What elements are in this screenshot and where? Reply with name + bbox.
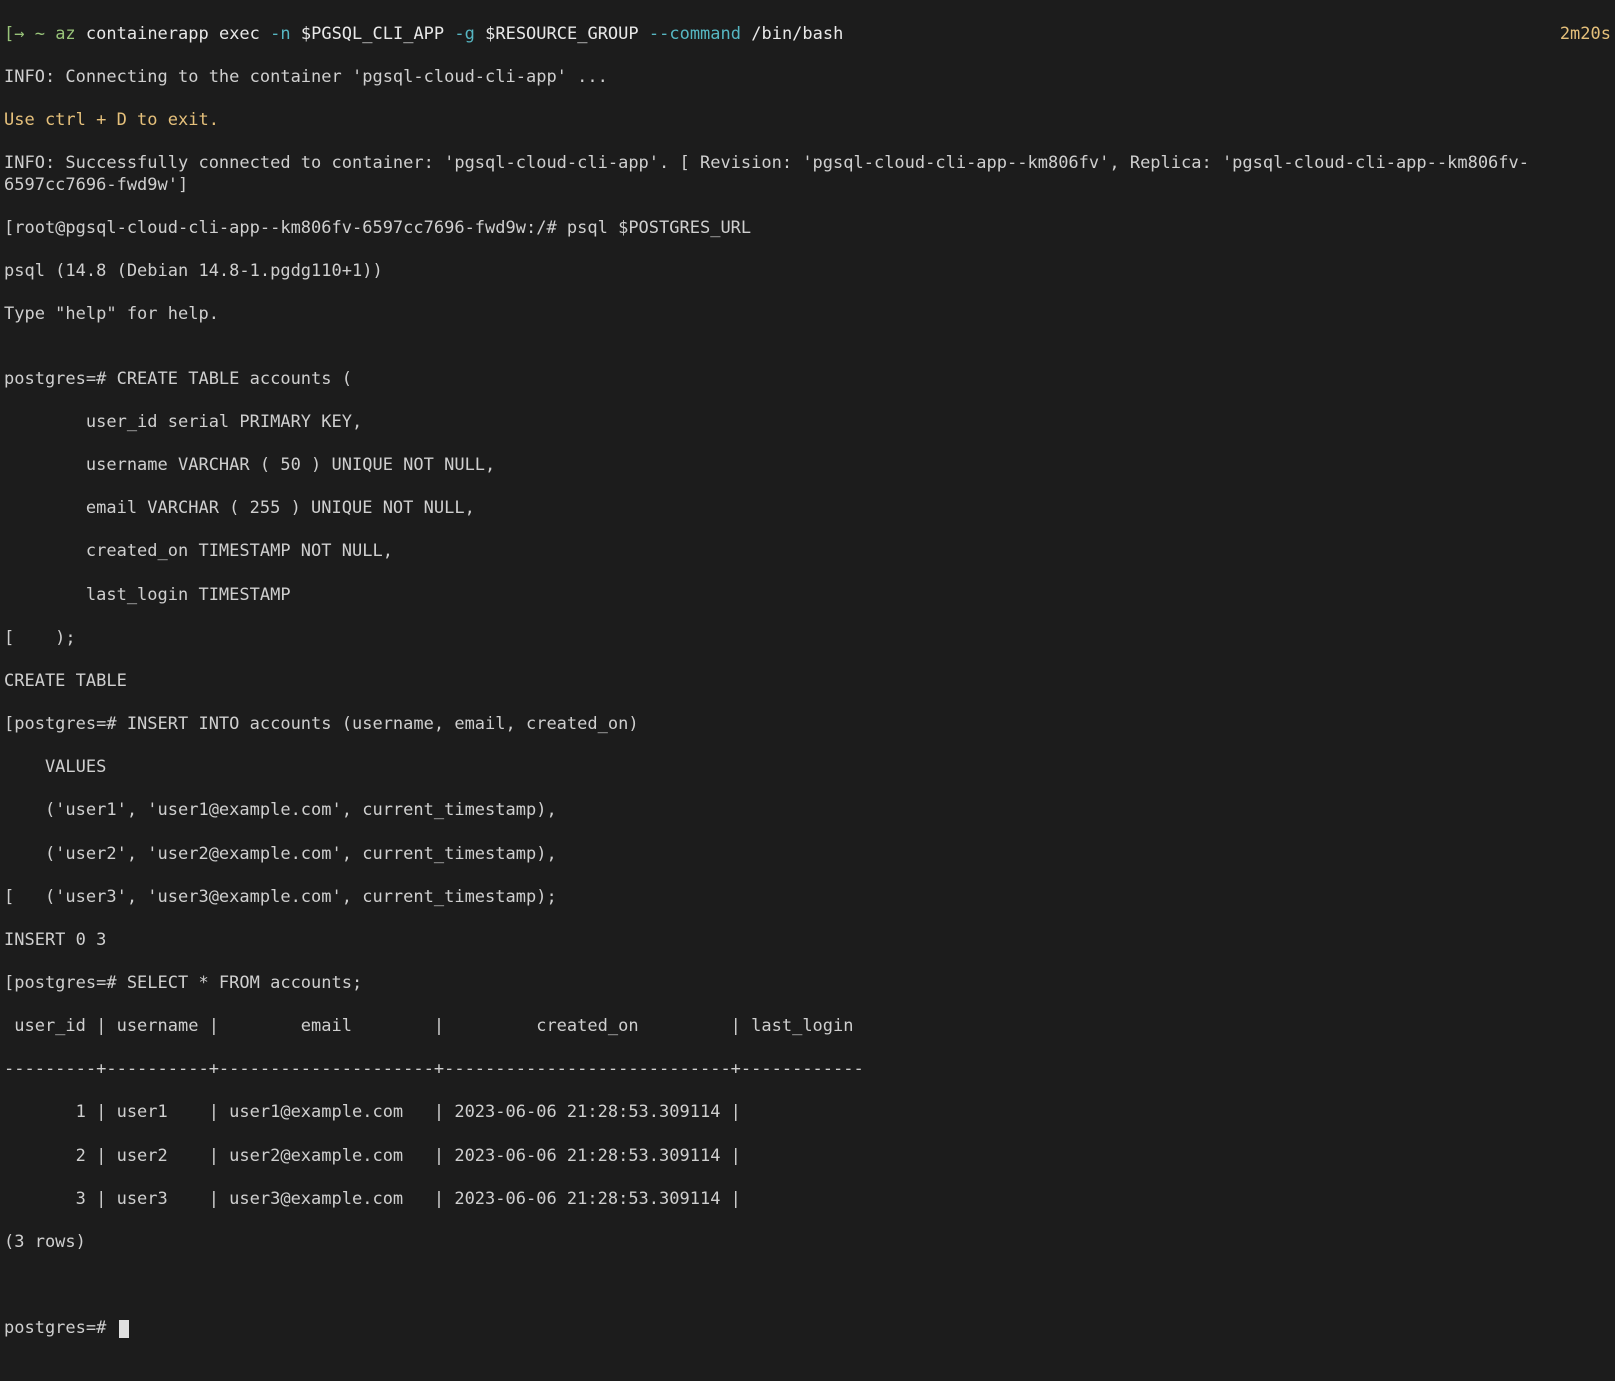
blank-line [4, 1275, 1611, 1297]
val-g: $RESOURCE_GROUP [475, 24, 649, 44]
create-table-line: created_on TIMESTAMP NOT NULL, [4, 541, 1611, 563]
insert-line: ('user2', 'user2@example.com', current_t… [4, 844, 1611, 866]
shell-prompt-line: [root@pgsql-cloud-cli-app--km806fv-6597c… [4, 218, 1611, 240]
cmd-name: az [55, 24, 75, 44]
select-line: [postgres=# SELECT * FROM accounts; [4, 973, 1611, 995]
exit-hint: Use ctrl + D to exit. [4, 110, 1611, 132]
top-command-line: [→ ~ az containerapp exec -n $PGSQL_CLI_… [4, 24, 1611, 46]
psql-version: psql (14.8 (Debian 14.8-1.pgdg110+1)) [4, 261, 1611, 283]
create-table-line: user_id serial PRIMARY KEY, [4, 412, 1611, 434]
insert-line: [postgres=# INSERT INTO accounts (userna… [4, 714, 1611, 736]
info-connecting: INFO: Connecting to the container 'pgsql… [4, 67, 1611, 89]
create-table-line: [ ); [4, 628, 1611, 650]
table-header: user_id | username | email | created_on … [4, 1016, 1611, 1038]
table-row: 2 | user2 | user2@example.com | 2023-06-… [4, 1146, 1611, 1168]
psql-prompt[interactable]: postgres=# [4, 1318, 1611, 1340]
flag-command: --command [649, 24, 741, 44]
cmd-args1: containerapp exec [76, 24, 270, 44]
create-table-result: CREATE TABLE [4, 671, 1611, 693]
table-separator: ---------+----------+-------------------… [4, 1059, 1611, 1081]
flag-n: -n [270, 24, 290, 44]
psql-help-hint: Type "help" for help. [4, 304, 1611, 326]
val-n: $PGSQL_CLI_APP [291, 24, 455, 44]
create-table-line: username VARCHAR ( 50 ) UNIQUE NOT NULL, [4, 455, 1611, 477]
create-table-line: email VARCHAR ( 255 ) UNIQUE NOT NULL, [4, 498, 1611, 520]
table-row: 1 | user1 | user1@example.com | 2023-06-… [4, 1102, 1611, 1124]
create-table-line: last_login TIMESTAMP [4, 585, 1611, 607]
psql-prompt-text: postgres=# [4, 1318, 117, 1338]
flag-g: -g [454, 24, 474, 44]
insert-line: VALUES [4, 757, 1611, 779]
row-count: (3 rows) [4, 1232, 1611, 1254]
info-connected: INFO: Successfully connected to containe… [4, 153, 1611, 196]
insert-result: INSERT 0 3 [4, 930, 1611, 952]
terminal-output[interactable]: [→ ~ az containerapp exec -n $PGSQL_CLI_… [0, 0, 1615, 1381]
create-table-line: postgres=# CREATE TABLE accounts ( [4, 369, 1611, 391]
insert-line: [ ('user3', 'user3@example.com', current… [4, 887, 1611, 909]
insert-line: ('user1', 'user1@example.com', current_t… [4, 800, 1611, 822]
table-row: 3 | user3 | user3@example.com | 2023-06-… [4, 1189, 1611, 1211]
cursor-block-icon [119, 1320, 129, 1338]
elapsed-time: 2m20s [1560, 24, 1611, 46]
val-command: /bin/bash [741, 24, 843, 44]
prompt-marker: [→ ~ [4, 24, 55, 44]
